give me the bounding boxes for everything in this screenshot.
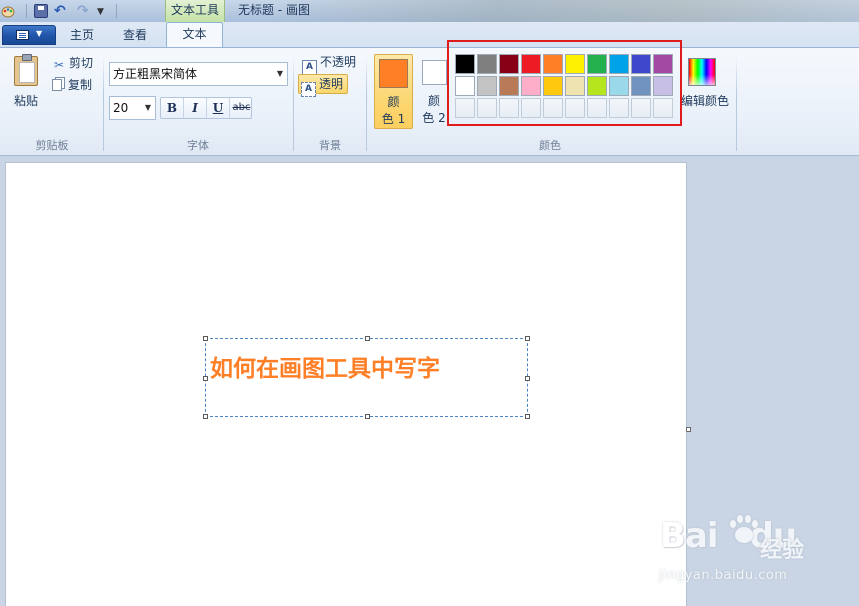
text-input-box[interactable]: 如何在画图工具中写字 xyxy=(203,336,530,419)
underline-button[interactable]: U xyxy=(207,98,230,118)
drawing-canvas[interactable]: 如何在画图工具中写字 xyxy=(6,163,686,606)
resize-handle[interactable] xyxy=(365,336,370,341)
resize-handle[interactable] xyxy=(365,414,370,419)
text-tools-context-header: 文本工具 xyxy=(165,0,225,22)
resize-handle[interactable] xyxy=(525,414,530,419)
watermark-url: jingyan.baidu.com xyxy=(659,568,788,583)
redo-icon[interactable]: ↷ xyxy=(77,3,93,19)
text-format-buttons: B I U abc xyxy=(160,97,252,119)
quick-access-separator xyxy=(116,4,117,18)
chevron-down-icon: ▼ xyxy=(276,69,283,78)
resize-handle[interactable] xyxy=(203,336,208,341)
cut-label: 剪切 xyxy=(69,56,94,70)
strikethrough-button[interactable]: abc xyxy=(230,98,253,118)
copy-button[interactable]: 复制 xyxy=(52,76,92,94)
canvas-text[interactable]: 如何在画图工具中写字 xyxy=(210,349,440,383)
opaque-label: 不透明 xyxy=(320,55,357,69)
edit-colors-label: 编辑颜色 xyxy=(680,94,729,108)
transparent-label: 透明 xyxy=(319,77,344,91)
paste-button[interactable]: 粘贴 xyxy=(10,54,42,118)
copy-label: 复制 xyxy=(68,78,93,92)
color-1-swatch xyxy=(379,59,408,88)
title-bar: ↶ ↷ ▼ 文本工具 无标题 - 画图 xyxy=(0,0,859,22)
color-2-label-line1: 颜 xyxy=(427,94,440,108)
paint-menu-button[interactable]: ▼ xyxy=(2,25,56,45)
colors-group-label: 颜色 xyxy=(539,139,561,152)
font-size-value: 20 xyxy=(113,101,129,115)
clipboard-group-label: 剪贴板 xyxy=(35,139,69,152)
paint-app-icon[interactable] xyxy=(0,3,16,19)
resize-handle[interactable] xyxy=(203,414,208,419)
save-icon[interactable] xyxy=(34,4,48,18)
background-group-label: 背景 xyxy=(319,139,341,152)
resize-handle[interactable] xyxy=(525,336,530,341)
color-2-label-line2: 色 2 xyxy=(422,111,446,125)
opaque-text-icon: A xyxy=(302,60,317,75)
color-1-label-line1: 颜 xyxy=(387,95,400,109)
cut-button[interactable]: ✂ 剪切 xyxy=(52,54,93,72)
watermark-cn-text: 经验 xyxy=(760,538,805,563)
quick-access-separator xyxy=(26,4,27,18)
copy-icon xyxy=(52,79,62,91)
chevron-down-icon: ▼ xyxy=(144,103,151,112)
resize-handle[interactable] xyxy=(525,376,530,381)
group-separator xyxy=(736,56,737,151)
canvas-resize-handle[interactable] xyxy=(686,427,691,432)
ribbon-tab-row: ▼ 主页 查看 xyxy=(0,22,859,48)
resize-handle[interactable] xyxy=(203,376,208,381)
color-spectrum-icon xyxy=(688,58,716,86)
chevron-down-icon: ▼ xyxy=(36,29,43,38)
customize-quick-access-icon[interactable]: ▼ xyxy=(97,3,113,19)
undo-icon[interactable]: ↶ xyxy=(54,3,70,19)
group-separator xyxy=(103,56,104,151)
group-separator xyxy=(293,56,294,151)
group-separator xyxy=(366,56,367,151)
transparent-background-button[interactable]: A 透明 xyxy=(298,74,348,97)
opaque-background-button[interactable]: A 不透明 xyxy=(300,53,357,75)
edit-colors-button[interactable]: 编辑颜色 xyxy=(680,56,730,126)
font-family-value: 方正粗黑宋简体 xyxy=(113,67,198,81)
clipboard-icon xyxy=(14,54,38,86)
bold-button[interactable]: B xyxy=(161,98,184,118)
ribbon: 粘贴 ✂ 剪切 复制 剪贴板 方正粗黑宋简体 ▼ 20 ▼ B I U abc 字… xyxy=(0,48,859,156)
font-family-select[interactable]: 方正粗黑宋简体 ▼ xyxy=(109,62,288,86)
paste-label: 粘贴 xyxy=(13,94,38,108)
tab-text[interactable]: 文本 xyxy=(166,22,223,47)
transparent-text-icon: A xyxy=(301,82,316,97)
italic-button[interactable]: I xyxy=(184,98,207,118)
annotation-highlight-box xyxy=(447,40,682,126)
baidu-jingyan-watermark: Bai du 经验 jingyan.baidu.com xyxy=(655,510,855,600)
title-bar-background xyxy=(259,0,859,22)
document-icon xyxy=(16,30,29,40)
color-1-label-line2: 色 1 xyxy=(381,112,406,126)
paw-icon xyxy=(727,514,761,548)
window-title: 无标题 - 画图 xyxy=(238,3,310,17)
font-group-label: 字体 xyxy=(187,139,209,152)
font-size-select[interactable]: 20 ▼ xyxy=(109,96,156,120)
scissors-icon: ✂ xyxy=(53,58,65,72)
tab-home[interactable]: 主页 xyxy=(58,25,106,48)
tab-view[interactable]: 查看 xyxy=(111,25,159,48)
color-2-swatch xyxy=(422,60,447,85)
color-1-button[interactable]: 颜 色 1 xyxy=(374,54,413,129)
